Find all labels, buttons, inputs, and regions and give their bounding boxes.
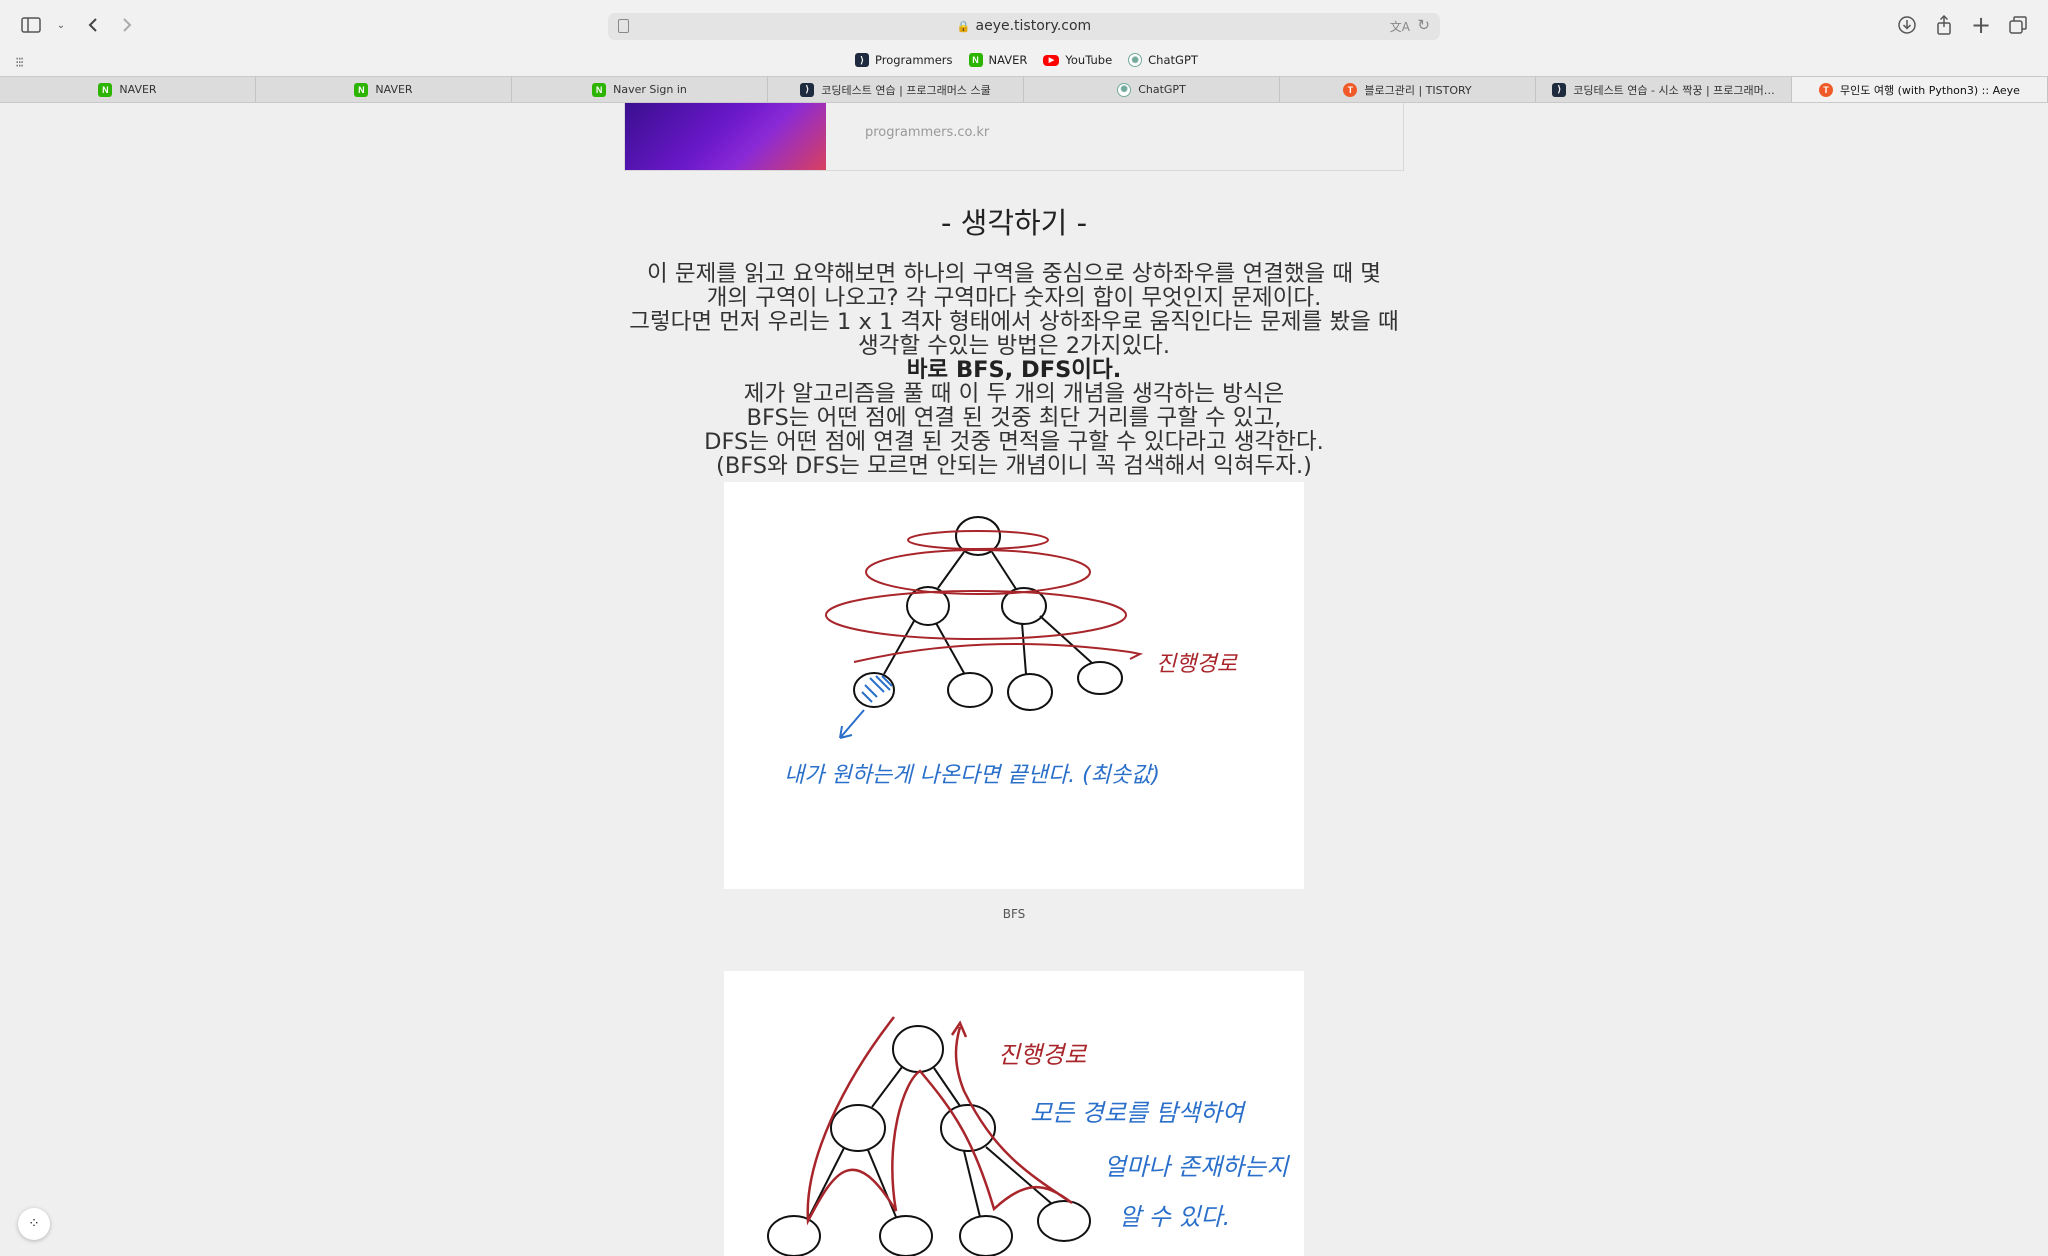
programmers-icon: ⟩: [800, 82, 815, 97]
body-line: 그렇다면 먼저 우리는 1 x 1 격자 형태에서 상하좌우로 움직인다는 문제…: [629, 309, 1399, 335]
naver-icon: N: [592, 82, 607, 97]
download-icon[interactable]: [1894, 12, 1920, 38]
tab-bar: N NAVER N NAVER N Naver Sign in ⟩ 코딩테스트 연습 |…: [0, 76, 2048, 103]
tab-overview-icon[interactable]: [2005, 12, 2031, 38]
sidebar-toggle-icon[interactable]: [18, 12, 44, 38]
body-line: 제가 알고리즘을 풀 때 이 두 개의 개념을 생각하는 방식은: [743, 381, 1285, 407]
dfs-note-line: 모든 경로를 탐색하여: [1030, 1099, 1247, 1127]
bfs-sketch: 진행경로 내가 원하는게 나온다면 끝낸다. (최솟값): [784, 516, 1239, 788]
dfs-note-line: 알 수 있다.: [1119, 1203, 1230, 1231]
browser-toolbar: ⌄ 🔒 aeye.tistory.com 文A ↻ +: [0, 0, 2048, 50]
forward-icon[interactable]: [114, 12, 140, 38]
tab-programmers-seesaw[interactable]: ⟩ 코딩테스트 연습 - 시소 짝꿍 | 프로그래머…: [1536, 77, 1792, 102]
body-line: 생각할 수있는 방법은 2가지있다.: [857, 333, 1171, 359]
favorite-naver[interactable]: N NAVER: [968, 53, 1027, 67]
body-line-bold: 바로 BFS, DFS이다.: [906, 357, 1122, 383]
favorite-chatgpt[interactable]: ✺ ChatGPT: [1128, 53, 1198, 67]
dfs-sketch: 진행경로 모든 경로를 탐색하여 얼마나 존재하는지 알 수 있다.: [767, 1016, 1290, 1256]
chatgpt-icon: ✺: [1117, 82, 1132, 97]
reload-icon[interactable]: ↻: [1417, 16, 1430, 34]
tab-chatgpt[interactable]: ✺ ChatGPT: [1024, 77, 1280, 102]
chatgpt-icon: ✺: [1128, 53, 1143, 67]
figure-caption: BFS: [1002, 907, 1026, 921]
link-url: programmers.co.kr: [865, 125, 990, 140]
back-icon[interactable]: [80, 12, 106, 38]
new-tab-icon[interactable]: +: [1968, 11, 1994, 39]
bfs-figure[interactable]: 진행경로 내가 원하는게 나온다면 끝낸다. (최솟값): [724, 482, 1304, 889]
body-line: (BFS와 DFS는 모르면 안되는 개념이니 꼭 검색해서 익혀두자.): [716, 453, 1312, 479]
link-preview-card[interactable]: programmers.co.kr: [624, 103, 1404, 171]
body-line: 이 문제를 읽고 요약해보면 하나의 구역을 중심으로 상하좌우를 연결했을 때…: [647, 261, 1381, 287]
tab-programmers-school[interactable]: ⟩ 코딩테스트 연습 | 프로그래머스 스쿨: [768, 77, 1024, 102]
tistory-icon: T: [1343, 82, 1358, 97]
address-bar[interactable]: 🔒 aeye.tistory.com 文A ↻: [608, 13, 1440, 40]
page-content: programmers.co.kr - 생각하기 - 이 문제를 읽고 요약해보…: [0, 103, 2048, 1256]
tab-naver-1[interactable]: N NAVER: [0, 77, 256, 102]
dfs-figure[interactable]: 진행경로 모든 경로를 탐색하여 얼마나 존재하는지 알 수 있다.: [724, 971, 1304, 1256]
tistory-menu-button[interactable]: ⁘: [18, 1208, 50, 1240]
url-text: aeye.tistory.com: [975, 18, 1092, 34]
bfs-path-label: 진행경로: [1156, 652, 1239, 677]
programmers-icon: ⟩: [1552, 82, 1567, 97]
body-line: BFS는 어떤 점에 연결 된 것중 최단 거리를 구할 수 있고,: [746, 405, 1282, 431]
favorite-programmers[interactable]: ⟩ Programmers: [855, 53, 953, 67]
chevron-down-icon[interactable]: ⌄: [48, 12, 74, 38]
body-line: DFS는 어떤 점에 연결 된 것중 면적을 구할 수 있다라고 생각한다.: [704, 429, 1324, 455]
link-thumbnail: [625, 103, 826, 170]
favorite-youtube[interactable]: ▶ YouTube: [1043, 53, 1112, 67]
lock-icon: 🔒: [956, 20, 971, 33]
programmers-icon: ⟩: [855, 53, 869, 67]
section-heading: - 생각하기 -: [940, 206, 1088, 240]
naver-icon: N: [98, 82, 113, 97]
favorites-bar: ⁝⁝⁝ ⟩ Programmers N NAVER ▶ YouTube ✺ ChatGP…: [0, 50, 2048, 76]
tistory-icon: T: [1819, 82, 1834, 97]
youtube-icon: ▶: [1043, 54, 1060, 66]
tab-naver-2[interactable]: N NAVER: [256, 77, 512, 102]
tab-naver-sign-in[interactable]: N Naver Sign in: [512, 77, 768, 102]
dfs-note-line: 얼마나 존재하는지: [1104, 1153, 1290, 1181]
dfs-path-label: 진행경로: [998, 1041, 1087, 1069]
body-line: 개의 구역이 나오고? 각 구역마다 숫자의 합이 무엇인지 문제이다.: [706, 285, 1322, 311]
naver-icon: N: [354, 82, 369, 97]
translate-icon[interactable]: 文A: [1390, 18, 1410, 35]
naver-icon: N: [968, 53, 983, 67]
article-body: 이 문제를 읽고 요약해보면 하나의 구역을 중심으로 상하좌우를 연결했을 때…: [624, 262, 1404, 478]
tab-active-article[interactable]: T 무인도 여행 (with Python3) :: Aeye: [1792, 77, 2048, 102]
share-icon[interactable]: [1931, 12, 1957, 38]
bfs-note: 내가 원하는게 나온다면 끝낸다. (최솟값): [784, 763, 1160, 788]
grid-icon[interactable]: ⁝⁝⁝: [15, 55, 24, 71]
tab-tistory-admin[interactable]: T 블로그관리 | TISTORY: [1280, 77, 1536, 102]
